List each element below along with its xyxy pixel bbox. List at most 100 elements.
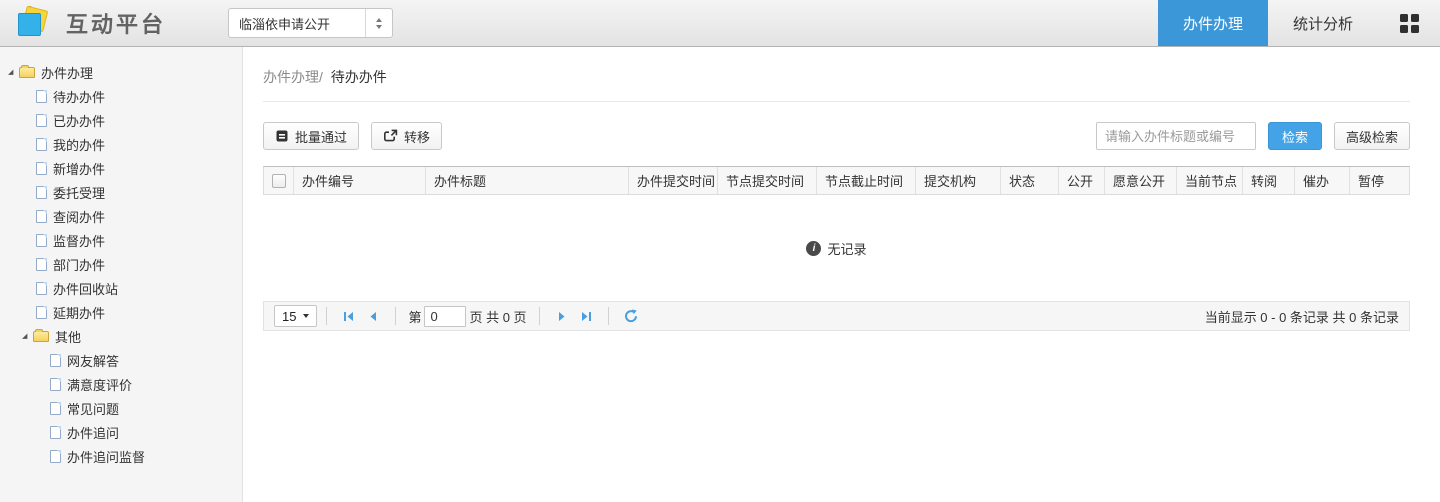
file-icon bbox=[50, 353, 61, 367]
column-header-submit-time[interactable]: 办件提交时间 bbox=[629, 167, 718, 194]
column-header-public[interactable]: 公开 bbox=[1059, 167, 1105, 194]
sidebar-item-delayed[interactable]: 延期办件 bbox=[0, 300, 242, 324]
breadcrumb: 办件办理/ 待办办件 bbox=[263, 67, 1410, 87]
sidebar-item-new-case[interactable]: 新增办件 bbox=[0, 156, 242, 180]
sidebar-item-netizen-answers[interactable]: 网友解答 bbox=[0, 348, 242, 372]
top-header: 互动平台 临淄依申请公开 办件办理 统计分析 bbox=[0, 0, 1440, 47]
tree-label: 新增办件 bbox=[53, 161, 106, 177]
column-header-willing-public[interactable]: 愿意公开 bbox=[1105, 167, 1177, 194]
file-icon bbox=[50, 449, 61, 463]
tree-label: 我的办件 bbox=[53, 137, 106, 153]
refresh-button[interactable] bbox=[618, 309, 644, 323]
file-icon bbox=[50, 401, 61, 415]
chevron-down-icon bbox=[303, 314, 310, 318]
divider bbox=[263, 101, 1410, 102]
site-selector-dropdown[interactable]: 临淄依申请公开 bbox=[228, 8, 394, 38]
file-icon bbox=[36, 137, 47, 151]
app-window: 互动平台 临淄依申请公开 办件办理 统计分析 ◢ 办件办理 待办办件 已办办件 … bbox=[0, 0, 1440, 502]
dropdown-spinner-icon bbox=[365, 9, 392, 37]
expand-arrow-icon[interactable]: ◢ bbox=[22, 333, 33, 340]
records-summary: 当前显示 0 - 0 条记录 共 0 条记录 bbox=[1204, 309, 1399, 325]
tree-label: 其他 bbox=[55, 329, 82, 345]
page-number-input[interactable] bbox=[424, 305, 467, 327]
sidebar-item-supervise[interactable]: 监督办件 bbox=[0, 228, 242, 252]
next-page-button[interactable] bbox=[549, 310, 574, 323]
first-page-icon bbox=[344, 311, 354, 321]
column-header-current-node[interactable]: 当前节点 bbox=[1177, 167, 1243, 194]
tree-label: 办件追问监督 bbox=[67, 449, 146, 465]
tree-label: 已办办件 bbox=[53, 113, 106, 129]
file-icon bbox=[36, 257, 47, 271]
page-size-value: 15 bbox=[282, 308, 297, 324]
header-nav: 办件办理 统计分析 bbox=[1158, 0, 1440, 46]
file-icon bbox=[36, 305, 47, 319]
column-header-status[interactable]: 状态 bbox=[1001, 167, 1059, 194]
column-header-case-number[interactable]: 办件编号 bbox=[294, 167, 426, 194]
tree-label: 满意度评价 bbox=[67, 377, 133, 393]
tree-label: 委托受理 bbox=[53, 185, 106, 201]
main-content: 办件办理/ 待办办件 批量通过 转移 请输入办件标题或编号 检索 高级检索 办件… bbox=[243, 47, 1440, 502]
breadcrumb-current: 待办办件 bbox=[330, 69, 387, 85]
file-icon bbox=[36, 89, 47, 103]
info-icon: i bbox=[806, 240, 822, 256]
breadcrumb-section: 办件办理/ bbox=[263, 69, 323, 85]
sidebar-item-recycle-bin[interactable]: 办件回收站 bbox=[0, 276, 242, 300]
last-page-button[interactable] bbox=[574, 310, 599, 323]
sidebar-item-satisfaction[interactable]: 满意度评价 bbox=[0, 372, 242, 396]
tab-case-handling[interactable]: 办件办理 bbox=[1158, 0, 1268, 46]
tree-label: 延期办件 bbox=[53, 305, 106, 321]
prev-page-button[interactable] bbox=[361, 310, 386, 323]
column-header-node-submit[interactable]: 节点提交时间 bbox=[718, 167, 817, 194]
search-input[interactable] bbox=[1095, 122, 1256, 150]
sidebar-item-faq[interactable]: 常见问题 bbox=[0, 396, 242, 420]
pagination-bar: 15 第 页 共 0 页 bbox=[263, 301, 1410, 331]
sidebar-item-review[interactable]: 查阅办件 bbox=[0, 204, 242, 228]
column-header-node-deadline[interactable]: 节点截止时间 bbox=[817, 167, 916, 194]
file-icon bbox=[36, 161, 47, 175]
column-header-pause[interactable]: 暂停 bbox=[1350, 167, 1409, 194]
last-page-icon bbox=[581, 311, 591, 321]
sidebar-item-follow-up[interactable]: 办件追问 bbox=[0, 420, 242, 444]
sidebar-tree: ◢ 办件办理 待办办件 已办办件 我的办件 新增办件 委托受理 查阅办件 监督办… bbox=[0, 47, 243, 502]
search-button[interactable]: 检索 bbox=[1267, 122, 1322, 150]
pager-divider bbox=[395, 307, 397, 325]
advanced-search-button[interactable]: 高级检索 bbox=[1333, 122, 1410, 150]
sidebar-item-entrusted[interactable]: 委托受理 bbox=[0, 180, 242, 204]
first-page-button[interactable] bbox=[336, 310, 361, 323]
prev-page-icon bbox=[370, 311, 377, 321]
pager-divider bbox=[326, 307, 328, 325]
refresh-icon bbox=[624, 309, 637, 323]
expand-arrow-icon[interactable]: ◢ bbox=[8, 69, 19, 76]
tab-statistics[interactable]: 统计分析 bbox=[1268, 0, 1378, 46]
transfer-button[interactable]: 转移 bbox=[371, 122, 443, 150]
batch-approve-button[interactable]: 批量通过 bbox=[263, 122, 360, 150]
sidebar-item-department[interactable]: 部门办件 bbox=[0, 252, 242, 276]
sidebar-folder-other[interactable]: ◢ 其他 bbox=[0, 324, 242, 348]
sidebar-item-my-cases[interactable]: 我的办件 bbox=[0, 132, 242, 156]
column-header-case-title[interactable]: 办件标题 bbox=[426, 167, 629, 194]
table-header-row: 办件编号 办件标题 办件提交时间 节点提交时间 节点截止时间 提交机构 状态 公… bbox=[263, 166, 1410, 195]
next-page-icon bbox=[558, 311, 565, 321]
sidebar-folder-case-handling[interactable]: ◢ 办件办理 bbox=[0, 60, 242, 84]
tree-label: 待办办件 bbox=[53, 89, 106, 105]
select-all-checkbox[interactable] bbox=[271, 173, 286, 188]
tree-label: 办件办理 bbox=[41, 65, 94, 81]
page-label-suffix: 页 共 0 页 bbox=[469, 309, 527, 325]
sidebar-item-pending[interactable]: 待办办件 bbox=[0, 84, 242, 108]
pager-divider bbox=[607, 307, 609, 325]
toolbar: 批量通过 转移 检索 高级检索 bbox=[263, 122, 1410, 150]
tree-label: 常见问题 bbox=[67, 401, 120, 417]
apps-grid-button[interactable] bbox=[1378, 0, 1440, 46]
file-icon bbox=[36, 185, 47, 199]
sidebar-item-follow-up-supervision[interactable]: 办件追问监督 bbox=[0, 444, 242, 468]
column-header-urge[interactable]: 催办 bbox=[1295, 167, 1350, 194]
sidebar-item-done[interactable]: 已办办件 bbox=[0, 108, 242, 132]
page-size-select[interactable]: 15 bbox=[274, 305, 318, 327]
select-all-cell bbox=[264, 167, 294, 194]
column-header-submit-org[interactable]: 提交机构 bbox=[916, 167, 1001, 194]
search-group: 检索 高级检索 bbox=[1095, 122, 1410, 150]
folder-icon bbox=[33, 328, 49, 342]
tree-label: 办件追问 bbox=[67, 425, 120, 441]
tree-label: 监督办件 bbox=[53, 233, 106, 249]
column-header-forward-read[interactable]: 转阅 bbox=[1243, 167, 1295, 194]
